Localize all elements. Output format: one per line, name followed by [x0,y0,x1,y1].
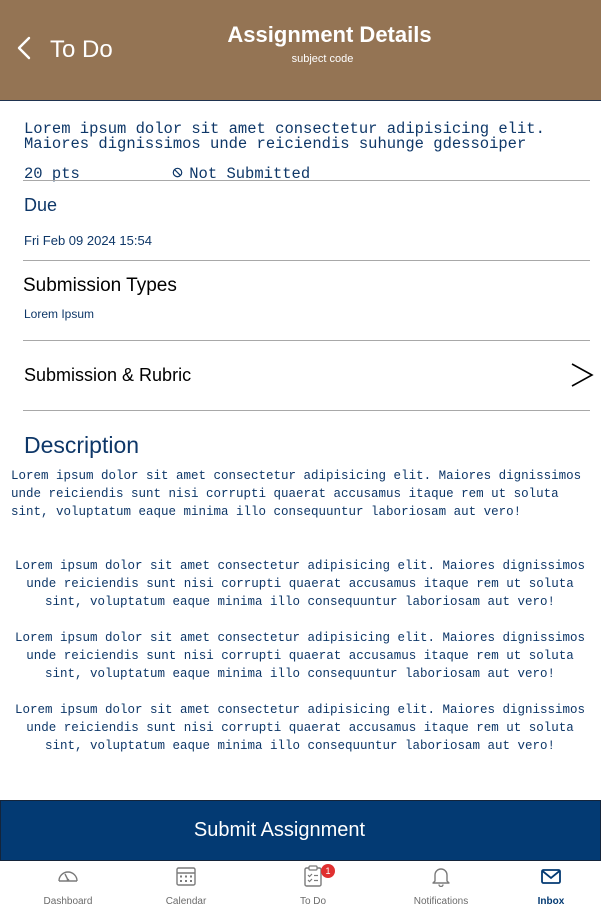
divider [23,260,590,261]
submit-assignment-button[interactable]: Submit Assignment [0,800,601,861]
bottom-tab-bar: Dashboard Calendar 1 To Do Notifications… [0,861,601,912]
description-paragraph: Lorem ipsum dolor sit amet consectetur a… [14,703,586,753]
page-title: Assignment Details [227,22,432,47]
assignment-summary: Lorem ipsum dolor sit amet consectetur a… [24,121,584,197]
divider [23,410,590,411]
description-paragraph: Lorem ipsum dolor sit amet consectetur a… [14,631,586,681]
due-date: Fri Feb 09 2024 15:54 [24,233,152,248]
tab-calendar[interactable]: Calendar [136,861,236,912]
submission-types-heading: Submission Types [23,275,177,296]
assignment-meta: 20 pts Not Submitted [24,152,584,197]
tab-to-do[interactable]: 1 To Do [263,861,363,912]
submission-types-value: Lorem Ipsum [24,307,95,321]
tab-label: To Do [299,896,327,907]
description-heading: Description [24,432,140,458]
submission-rubric-label: Submission & Rubric [24,365,192,385]
dashboard-icon [57,861,79,892]
description-paragraph: Lorem ipsum dolor sit amet consectetur a… [14,559,586,609]
header-bar: To Do Assignment Details subject code [0,0,601,101]
due-heading: Due [24,195,58,215]
page-subtitle: subject code [291,53,354,65]
tab-label: Notifications [413,896,469,907]
divider [23,180,590,181]
calendar-icon [175,861,197,892]
not-submitted-icon [98,152,189,197]
tab-label: Dashboard [43,896,93,907]
submit-assignment-label: Submit Assignment [193,819,366,841]
tab-label: Calendar [165,896,207,907]
status-badge: Not Submitted [98,152,310,197]
bell-icon [430,861,452,892]
description-paragraph: Lorem ipsum dolor sit amet consectetur a… [11,469,582,519]
mail-icon [540,861,562,892]
submission-rubric-row[interactable]: Submission & Rubric [23,342,598,408]
tab-dashboard[interactable]: Dashboard [18,861,118,912]
todo-count-badge: 1 [321,864,335,878]
tab-label: Inbox [537,896,565,907]
tab-notifications[interactable]: Notifications [391,861,491,912]
assignment-title-line2: Maiores dignissimos unde reiciendis suhu… [24,135,527,153]
todo-icon [302,861,324,892]
divider [23,340,590,341]
tab-inbox[interactable]: Inbox [501,861,601,912]
